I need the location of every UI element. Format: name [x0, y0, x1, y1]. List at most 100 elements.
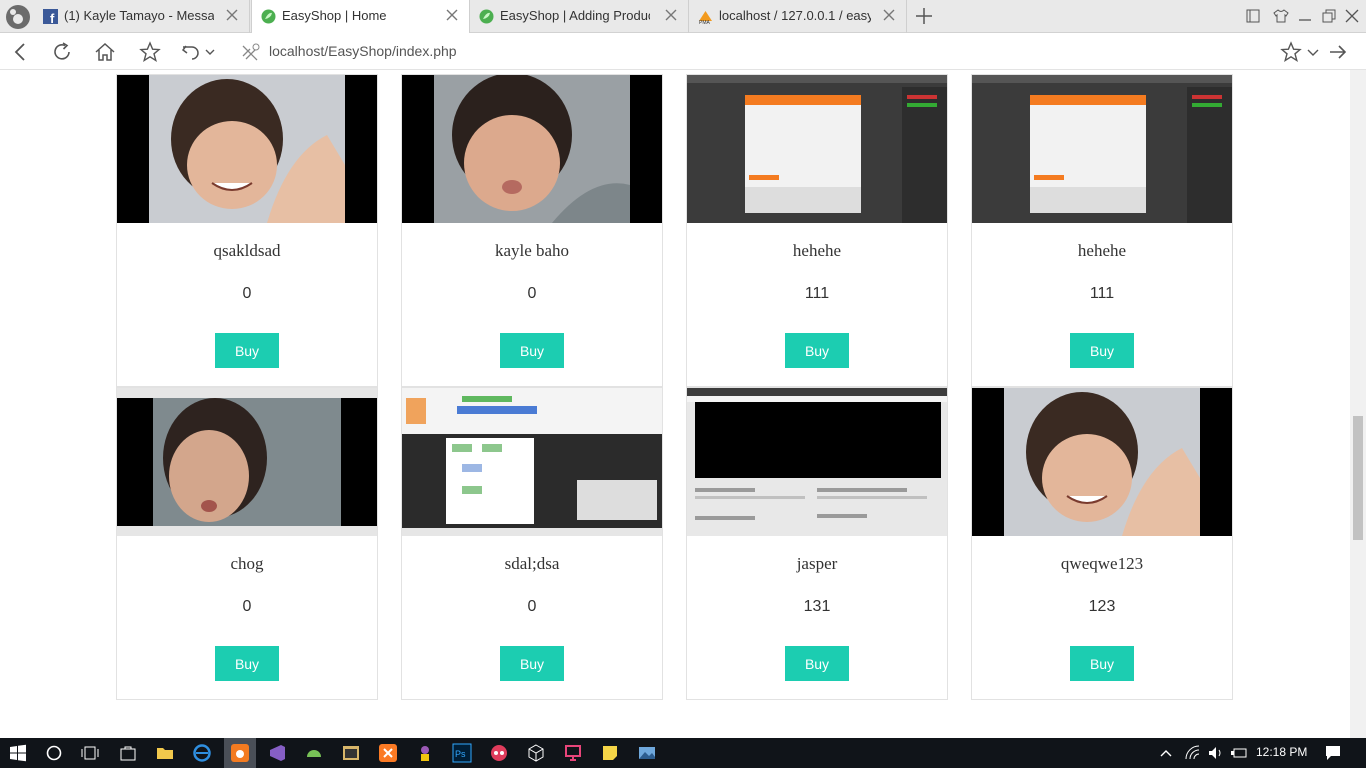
app-red-icon[interactable] [489, 743, 509, 763]
tab-easyshop-home[interactable]: EasyShop | Home [251, 0, 470, 34]
buy-button[interactable]: Buy [785, 333, 849, 368]
search-circle-icon[interactable] [44, 743, 64, 763]
product-name: hehehe [1077, 241, 1127, 260]
svg-text:f: f [50, 11, 55, 24]
product-image[interactable] [117, 388, 377, 536]
tab-adding-product[interactable]: EasyShop | Adding Product [470, 0, 689, 33]
tab-title: EasyShop | Adding Product [500, 8, 650, 23]
product-image[interactable] [687, 75, 947, 223]
reload-icon[interactable] [51, 41, 73, 63]
product-image[interactable] [117, 75, 377, 223]
visual-studio-icon[interactable] [267, 743, 287, 763]
product-price: 0 [527, 598, 537, 615]
tab-title: localhost / 127.0.0.1 / easysho [719, 8, 871, 23]
product-card: chog 0 Buy [116, 387, 378, 700]
back-arrow-icon[interactable] [10, 41, 32, 63]
product-price: 123 [1088, 598, 1116, 615]
product-card: hehehe 111 Buy [971, 74, 1233, 387]
browser-toolbar: localhost/EasyShop/index.php [0, 33, 1366, 70]
chevron-up-icon[interactable] [1158, 743, 1174, 763]
buy-button[interactable]: Buy [785, 646, 849, 681]
buy-button[interactable]: Buy [500, 333, 564, 368]
product-card: sdal;dsa 0 Buy [401, 387, 663, 700]
product-price: 0 [527, 285, 537, 302]
product-price: 111 [1089, 285, 1115, 302]
image-viewer-icon[interactable] [637, 743, 657, 763]
close-icon[interactable] [225, 8, 239, 22]
chevron-down-icon[interactable] [203, 41, 217, 63]
product-image[interactable] [402, 388, 662, 536]
minimize-icon[interactable] [1296, 7, 1314, 25]
close-icon[interactable] [882, 8, 896, 22]
favorite-star-icon[interactable] [1280, 41, 1302, 63]
app-window-icon[interactable] [341, 743, 361, 763]
product-price: 0 [242, 598, 252, 615]
wifi-icon[interactable] [1183, 743, 1203, 763]
buy-button[interactable]: Buy [215, 333, 279, 368]
product-name: qsakldsad [213, 241, 281, 260]
android-studio-icon[interactable] [304, 743, 324, 763]
3d-box-icon[interactable] [526, 743, 546, 763]
easyshop-leaf-icon [479, 9, 494, 24]
windows-start-icon[interactable] [8, 743, 28, 763]
product-image[interactable] [402, 75, 662, 223]
product-card: qweqwe123 123 Buy [971, 387, 1233, 700]
home-icon[interactable] [94, 41, 116, 63]
product-image[interactable] [972, 75, 1232, 223]
page-scrollbar[interactable] [1350, 70, 1366, 738]
site-info-icon[interactable] [240, 41, 262, 63]
uc-browser-icon[interactable] [230, 743, 250, 763]
forward-arrow-icon[interactable] [1327, 41, 1349, 63]
file-explorer-icon[interactable] [155, 743, 175, 763]
browser-tab-strip: f (1) Kayle Tamayo - Messages EasyShop |… [0, 0, 1366, 34]
close-icon[interactable] [445, 8, 459, 22]
product-card: kayle baho 0 Buy [401, 74, 663, 387]
chevron-down-icon[interactable] [1305, 41, 1321, 63]
taskbar-clock[interactable]: 12:18 PM [1256, 745, 1307, 759]
product-image[interactable] [972, 388, 1232, 536]
svg-text:Ps: Ps [455, 749, 466, 759]
volume-icon[interactable] [1206, 743, 1226, 763]
scrollbar-thumb[interactable] [1353, 416, 1363, 540]
action-center-icon[interactable] [1323, 743, 1343, 763]
photoshop-icon[interactable]: Ps [452, 743, 472, 763]
game-character-icon[interactable] [415, 743, 435, 763]
sticky-notes-icon[interactable] [600, 743, 620, 763]
monitor-app-icon[interactable] [563, 743, 583, 763]
task-view-icon[interactable] [80, 743, 100, 763]
buy-button[interactable]: Buy [1070, 646, 1134, 681]
store-icon[interactable] [118, 743, 138, 763]
easyshop-leaf-icon [261, 9, 276, 24]
windows-taskbar: Ps 12:18 PM [0, 738, 1366, 768]
product-image[interactable] [687, 388, 947, 536]
product-price: 131 [803, 598, 831, 615]
restore-icon[interactable] [1320, 7, 1338, 25]
product-grid: qsakldsad 0 Buy kayle baho 0 Buy hehehe … [0, 70, 1350, 738]
undo-icon[interactable] [180, 41, 202, 63]
product-name: qweqwe123 [1060, 554, 1144, 573]
xampp-icon[interactable] [378, 743, 398, 763]
tab-messages[interactable]: f (1) Kayle Tamayo - Messages [34, 0, 250, 33]
tab-phpmyadmin[interactable]: PMA localhost / 127.0.0.1 / easysho [689, 0, 907, 33]
bookmark-star-icon[interactable] [139, 41, 161, 63]
product-name: jasper [796, 554, 838, 573]
product-name: kayle baho [494, 241, 570, 260]
edge-browser-icon[interactable] [192, 743, 212, 763]
tab-title: EasyShop | Home [282, 8, 387, 23]
product-name: chog [230, 554, 264, 573]
address-bar-url[interactable]: localhost/EasyShop/index.php [269, 43, 457, 59]
buy-button[interactable]: Buy [215, 646, 279, 681]
new-tab-plus-icon[interactable] [914, 6, 934, 26]
tab-list-icon[interactable] [1244, 7, 1262, 25]
window-close-icon[interactable] [1343, 7, 1361, 25]
product-price: 0 [242, 285, 252, 302]
product-price: 111 [804, 285, 830, 302]
close-icon[interactable] [664, 8, 678, 22]
battery-icon[interactable] [1229, 743, 1249, 763]
buy-button[interactable]: Buy [1070, 333, 1134, 368]
skin-shirt-icon[interactable] [1272, 7, 1290, 25]
buy-button[interactable]: Buy [500, 646, 564, 681]
product-name: hehehe [792, 241, 842, 260]
product-name: sdal;dsa [504, 554, 560, 573]
browser-logo-icon[interactable] [4, 3, 32, 31]
